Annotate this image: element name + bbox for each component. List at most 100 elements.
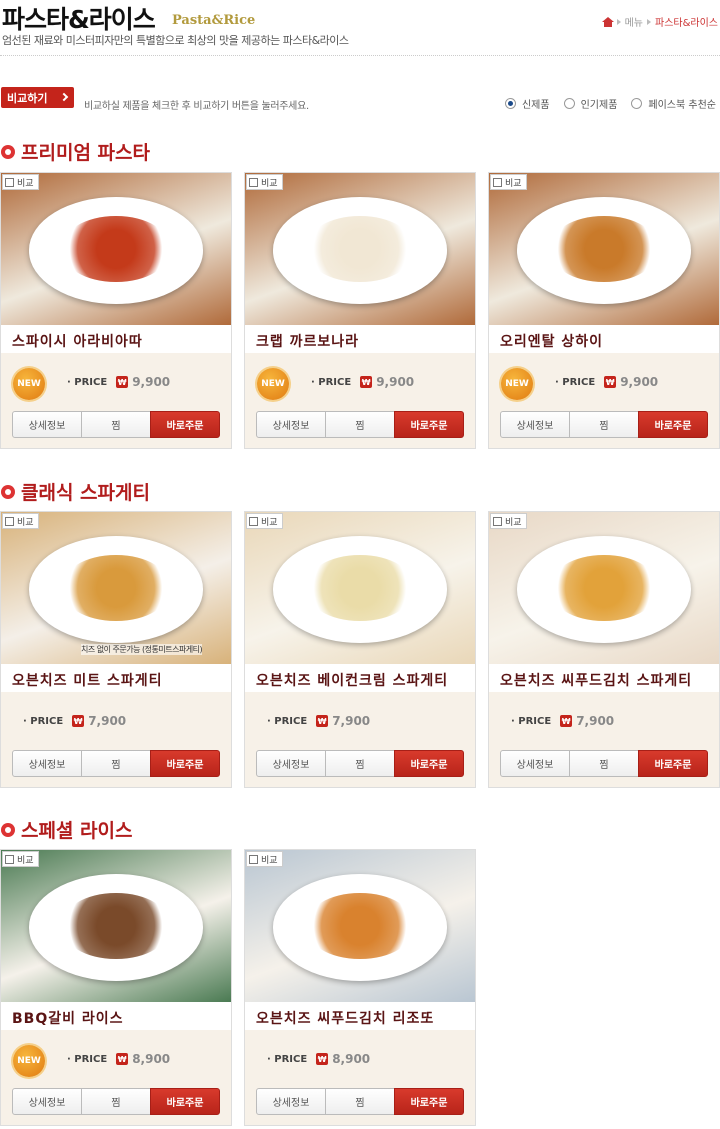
product-photo[interactable]: 치즈 없이 주문가능 (정통미트스파게티) [1,512,231,664]
compare-checkbox[interactable]: 비교 [490,513,527,529]
order-button[interactable]: 바로주문 [638,750,708,777]
product-name[interactable]: 오븐치즈 씨푸드김치 리조또 [245,1002,475,1030]
compare-button-label: 비교하기 [7,91,48,105]
product-card: 비교 스파이시 아라비아따 NEW · PRICE ₩9,900 상세정보 찜 바로주문 [0,172,232,449]
home-icon[interactable] [601,16,614,27]
compare-checkbox[interactable]: 비교 [490,174,527,190]
product-name[interactable]: 오븐치즈 씨푸드김치 스파게티 [489,664,719,692]
product-photo[interactable] [245,512,475,664]
sort-option-popular[interactable]: 인기제품 [563,96,617,111]
won-icon: ₩ [604,376,617,388]
won-icon: ₩ [72,715,85,727]
wish-button[interactable]: 찜 [326,1088,394,1115]
product-name[interactable]: 오븐치즈 미트 스파게티 [1,664,231,692]
compare-bar: 비교하기 비교하실 제품을 체크한 후 비교하기 버튼을 눌러주세요. 신제품 … [0,87,720,112]
checkbox-icon[interactable] [493,177,502,187]
compare-checkbox[interactable]: 비교 [2,851,39,867]
price-value: 8,900 [132,1052,171,1066]
order-button[interactable]: 바로주문 [150,750,220,777]
order-button[interactable]: 바로주문 [394,411,464,438]
product-photo[interactable] [1,173,231,325]
detail-button[interactable]: 상세정보 [500,750,570,777]
wish-button[interactable]: 찜 [82,411,150,438]
new-badge: NEW [257,368,289,400]
won-icon: ₩ [560,715,573,727]
product-card: 비교 크랩 까르보나라 NEW · PRICE ₩9,900 상세정보 찜 바로주문 [244,172,476,449]
page-title-english: Pasta&Rice [172,13,256,28]
product-card: 비교 오븐치즈 베이컨크림 스파게티 · PRICE ₩7,900 상세정보 찜 바로주문 [244,511,476,788]
detail-button[interactable]: 상세정보 [256,750,326,777]
breadcrumb-current: 파스타&라이스 [655,18,718,29]
compare-hint: 비교하실 제품을 체크한 후 비교하기 버튼을 눌러주세요. [84,101,309,112]
card-actions: 상세정보 찜 바로주문 [12,750,220,777]
compare-checkbox[interactable]: 비교 [246,174,283,190]
breadcrumb-menu[interactable]: 메뉴 [625,14,643,29]
radio-button[interactable] [504,98,516,109]
product-card: 비교 BBQ갈비 라이스 NEW · PRICE ₩8,900 상세정보 찜 바로주문 [0,849,232,1126]
product-price: · PRICE ₩7,900 [23,714,127,728]
product-name[interactable]: 오리엔탈 상하이 [489,325,719,353]
order-button[interactable]: 바로주문 [150,1088,220,1115]
chevron-right-icon [647,18,651,25]
detail-button[interactable]: 상세정보 [256,1088,326,1115]
page-header: 파스타&라이스 Pasta&Rice 엄선된 재료와 미스터피자만의 특별함으로… [0,0,720,56]
compare-checkbox[interactable]: 비교 [2,174,39,190]
product-photo[interactable] [245,850,475,1002]
sort-option-new[interactable]: 신제품 [504,96,550,111]
compare-button[interactable]: 비교하기 [1,87,74,108]
order-button[interactable]: 바로주문 [150,411,220,438]
checkbox-icon[interactable] [249,516,258,526]
new-badge: NEW [13,368,45,400]
product-photo[interactable] [489,512,719,664]
detail-button[interactable]: 상세정보 [12,1088,82,1115]
compare-checkbox[interactable]: 비교 [246,513,283,529]
wish-button[interactable]: 찜 [326,411,394,438]
product-name[interactable]: 스파이시 아라비아따 [1,325,231,353]
checkbox-icon[interactable] [5,516,14,526]
order-button[interactable]: 바로주문 [394,750,464,777]
wish-button[interactable]: 찜 [82,1088,150,1115]
price-value: 8,900 [332,1052,371,1066]
wish-button[interactable]: 찜 [570,411,638,438]
wish-button[interactable]: 찜 [82,750,150,777]
section-title: 클래식 스파게티 [1,478,150,505]
won-icon: ₩ [116,1053,129,1065]
checkbox-icon[interactable] [249,177,258,187]
product-price: · PRICE ₩8,900 [67,1052,171,1066]
radio-button[interactable] [563,98,575,109]
checkbox-icon[interactable] [249,854,258,864]
wish-button[interactable]: 찜 [326,750,394,777]
card-actions: 상세정보 찜 바로주문 [12,411,220,438]
compare-checkbox[interactable]: 비교 [2,513,39,529]
radio-button[interactable] [631,98,643,109]
detail-button[interactable]: 상세정보 [500,411,570,438]
checkbox-icon[interactable] [5,854,14,864]
food-graphic [548,215,660,283]
product-card: 치즈 없이 주문가능 (정통미트스파게티) 비교오븐치즈 미트 스파게티 · PRI… [0,511,232,788]
wish-button[interactable]: 찜 [570,750,638,777]
product-photo[interactable] [245,173,475,325]
food-graphic [60,215,172,283]
product-photo[interactable] [1,850,231,1002]
won-icon: ₩ [116,376,129,388]
detail-button[interactable]: 상세정보 [256,411,326,438]
order-button[interactable]: 바로주문 [394,1088,464,1115]
compare-checkbox[interactable]: 비교 [246,851,283,867]
new-badge: NEW [13,1045,45,1077]
checkbox-icon[interactable] [5,177,14,187]
sort-option-facebook[interactable]: 페이스북 추천순 [631,96,716,111]
checkbox-icon[interactable] [493,516,502,526]
product-price: · PRICE ₩8,900 [267,1052,371,1066]
page-subtitle: 엄선된 재료와 미스터피자만의 특별함으로 최상의 맛을 제공하는 파스타&라이… [2,34,349,47]
section-title-text: 클래식 스파게티 [21,482,150,504]
product-photo[interactable] [489,173,719,325]
page-title: 파스타&라이스 [2,5,156,34]
price-value: 9,900 [620,375,659,389]
product-card: 비교 오리엔탈 상하이 NEW · PRICE ₩9,900 상세정보 찜 바로주문 [488,172,720,449]
product-name[interactable]: 크랩 까르보나라 [245,325,475,353]
product-name[interactable]: BBQ갈비 라이스 [1,1002,231,1030]
product-name[interactable]: 오븐치즈 베이컨크림 스파게티 [245,664,475,692]
order-button[interactable]: 바로주문 [638,411,708,438]
detail-button[interactable]: 상세정보 [12,411,82,438]
detail-button[interactable]: 상세정보 [12,750,82,777]
